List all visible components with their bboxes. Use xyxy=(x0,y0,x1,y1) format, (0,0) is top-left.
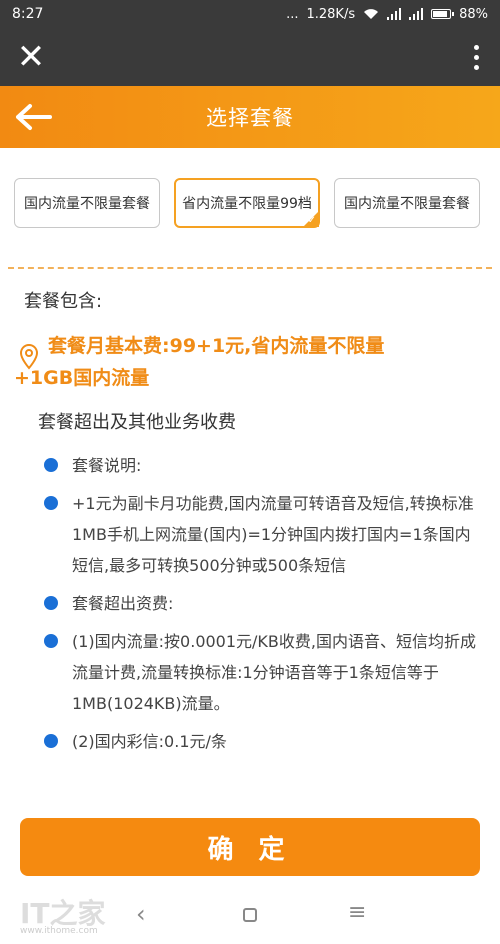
bullet-icon xyxy=(44,634,58,648)
bullet-icon xyxy=(44,734,58,748)
list-item: +1元为副卡月功能费,国内流量可转语音及短信,转换标准1MB手机上网流量(国内)… xyxy=(44,488,484,581)
wifi-icon xyxy=(364,9,379,19)
system-nav-bar: IT之家 www.ithome.com ‹ ≡ xyxy=(0,888,500,944)
plan-option-2[interactable]: 省内流量不限量99档 ✓ xyxy=(174,178,320,228)
status-dots: ... xyxy=(286,6,299,22)
battery-icon xyxy=(431,9,455,19)
close-icon[interactable]: ✕ xyxy=(14,40,48,74)
more-vertical-icon[interactable] xyxy=(466,40,486,74)
page-title: 选择套餐 xyxy=(206,106,294,130)
nav-back-icon[interactable]: ‹ xyxy=(136,900,156,928)
signal-icon xyxy=(387,8,402,20)
nav-menu-icon[interactable]: ≡ xyxy=(348,900,368,928)
list-item: (2)国内彩信:0.1元/条 xyxy=(44,726,484,757)
nav-home-icon[interactable] xyxy=(243,908,257,922)
extra-charges-title: 套餐超出及其他业务收费 xyxy=(38,412,236,433)
list-item-text: 套餐说明: xyxy=(72,456,142,475)
list-item-text: (1)国内流量:按0.0001元/KB收费,国内语音、短信均折成流量计费,流量转… xyxy=(72,632,476,713)
plan-option-1[interactable]: 国内流量不限量套餐 xyxy=(14,178,160,228)
list-item-text: +1元为副卡月功能费,国内流量可转语音及短信,转换标准1MB手机上网流量(国内)… xyxy=(72,494,474,575)
bullet-icon xyxy=(44,496,58,510)
webview-toolbar: ✕ xyxy=(0,28,500,86)
list-item: 套餐说明: xyxy=(44,450,484,481)
plan-option-label: 省内流量不限量99档 xyxy=(182,196,312,212)
plan-selector: 国内流量不限量套餐 省内流量不限量99档 ✓ 国内流量不限量套餐 xyxy=(14,178,484,228)
status-time: 8:27 xyxy=(12,6,44,22)
watermark-url: www.ithome.com xyxy=(20,926,98,936)
highlight-line-1: 套餐月基本费:99+1元,省内流量不限量 xyxy=(48,335,385,357)
list-item-text: 套餐超出资费: xyxy=(72,594,174,613)
plan-option-3[interactable]: 国内流量不限量套餐 xyxy=(334,178,480,228)
list-item-text: (2)国内彩信:0.1元/条 xyxy=(72,732,227,751)
status-bar: 8:27 ... 1.28K/s 88% xyxy=(0,0,500,28)
list-item: 套餐超出资费: xyxy=(44,588,484,619)
package-includes-title: 套餐包含: xyxy=(24,291,103,312)
page-header: 选择套餐 xyxy=(0,86,500,148)
package-highlight: 套餐月基本费:99+1元,省内流量不限量 +1GB国内流量 xyxy=(14,330,484,394)
highlight-line-2: +1GB国内流量 xyxy=(14,367,150,389)
confirm-button[interactable]: 确 定 xyxy=(20,818,480,876)
status-right: ... 1.28K/s 88% xyxy=(286,7,488,22)
dashed-divider xyxy=(8,267,492,269)
battery-percent: 88% xyxy=(459,6,488,22)
check-icon: ✓ xyxy=(307,215,316,226)
bullet-icon xyxy=(44,458,58,472)
list-item: (1)国内流量:按0.0001元/KB收费,国内语音、短信均折成流量计费,流量转… xyxy=(44,626,484,719)
network-speed: 1.28K/s xyxy=(306,6,356,22)
charge-list: 套餐说明: +1元为副卡月功能费,国内流量可转语音及短信,转换标准1MB手机上网… xyxy=(44,450,484,764)
bullet-icon xyxy=(44,596,58,610)
signal-icon-2 xyxy=(409,8,424,20)
